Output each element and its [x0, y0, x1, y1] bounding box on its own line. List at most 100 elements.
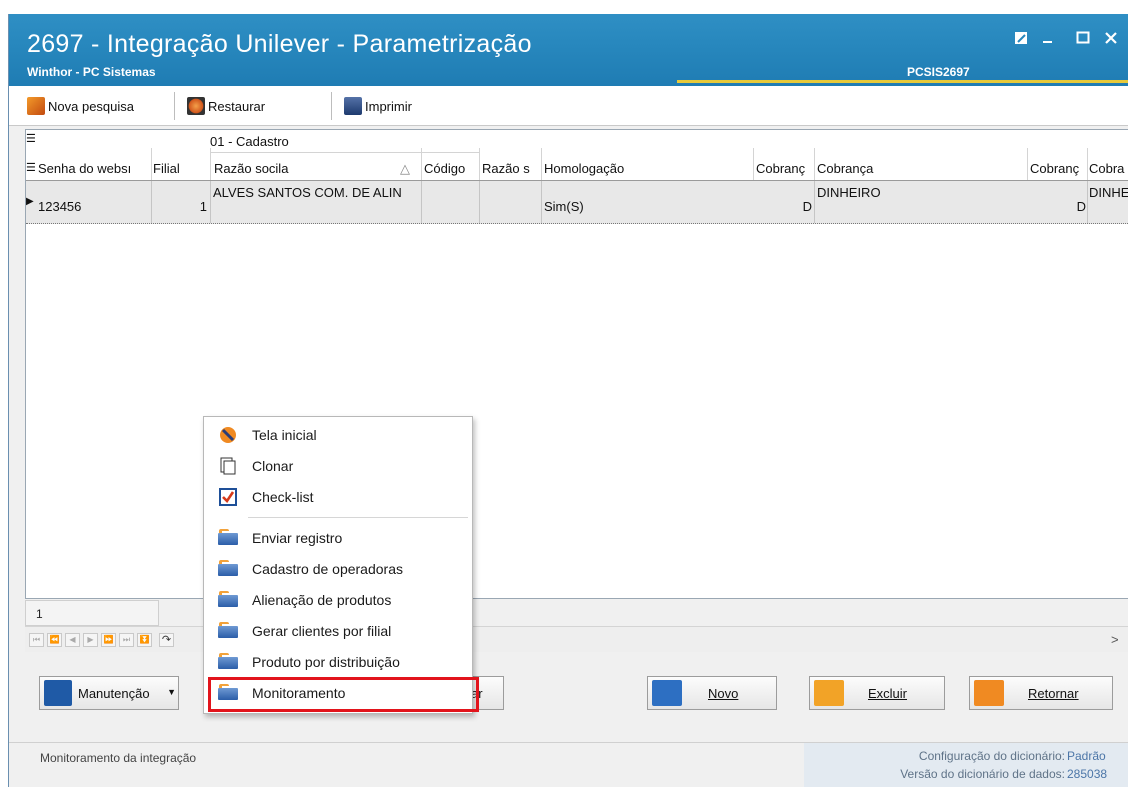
first-page-icon[interactable]: ⏮ — [29, 633, 44, 647]
cell-divider — [479, 181, 480, 223]
menu-item-label: Clonar — [252, 457, 294, 474]
excluir-label: Excluir — [868, 685, 908, 701]
menu-item-label: Check-list — [252, 488, 314, 505]
search-new-icon — [27, 97, 45, 115]
cell-divider — [151, 181, 152, 223]
menu-item-label: Produto por distribuição — [252, 653, 400, 670]
cell-cobranca-cod[interactable]: D — [756, 199, 812, 214]
menu-item-label: Gerar clientes por filial — [252, 622, 392, 639]
imprimir-button[interactable]: Imprimir — [344, 94, 412, 118]
menu-separator — [248, 517, 468, 518]
novo-label: Novo — [708, 685, 739, 701]
group-panel-icon[interactable]: ☰ — [26, 132, 38, 145]
toolbar-divider — [331, 92, 332, 120]
new-record-icon — [652, 680, 682, 706]
menu-item-check-list[interactable]: Check-list — [204, 481, 472, 512]
scroll-right-button[interactable]: > — [1111, 632, 1119, 647]
config-label: Configuração do dicionário: — [918, 749, 1065, 763]
retornar-button[interactable]: Retornar — [969, 676, 1113, 710]
data-grid[interactable]: ☰ 01 - Cadastro ☰ Senha do websı Filial … — [25, 129, 1128, 599]
column-header-cobranca-cod2[interactable]: Cobranç — [1030, 161, 1088, 176]
menu-item-cadastro-operadoras[interactable]: Cadastro de operadoras — [204, 553, 472, 584]
novo-button[interactable]: Novo — [647, 676, 777, 710]
column-header-razao-social[interactable]: Razão socila — [214, 161, 394, 176]
nova-pesquisa-button[interactable]: Nova pesquisa — [27, 94, 134, 118]
cell-cobranca2[interactable]: DINHE — [1089, 185, 1128, 200]
cell-divider — [814, 181, 815, 223]
version-value: 285038 — [1067, 767, 1108, 781]
cell-divider — [210, 181, 211, 223]
menu-item-label: Alienação de produtos — [252, 591, 392, 608]
prev-page-icon[interactable]: ⏪ — [47, 633, 62, 647]
append-icon[interactable]: ⏬ — [137, 633, 152, 647]
group-header: 01 - Cadastro — [210, 134, 289, 149]
menu-item-label: Tela inicial — [252, 426, 317, 443]
return-arrow-icon — [974, 680, 1004, 706]
cell-cobranca[interactable]: DINHEIRO — [817, 185, 881, 200]
retornar-label: Retornar — [1028, 685, 1079, 701]
cell-cobranca-cod2[interactable]: D — [1030, 199, 1086, 214]
cell-divider — [1087, 181, 1088, 223]
routine-code: PCSIS2697 — [907, 65, 970, 79]
folder-icon — [218, 559, 238, 578]
record-count-box: 1 — [25, 600, 159, 626]
menu-item-gerar-clientes[interactable]: Gerar clientes por filial — [204, 615, 472, 646]
sort-ascending-icon: △ — [400, 161, 410, 176]
toolbar-divider — [174, 92, 175, 120]
cell-senha[interactable]: 123456 — [38, 199, 81, 214]
refresh-icon[interactable]: ↷ — [159, 633, 174, 647]
checklist-icon — [219, 487, 237, 506]
restaurar-label: Restaurar — [208, 98, 266, 114]
window-subtitle: Winthor - PC Sistemas — [27, 65, 156, 79]
close-icon[interactable] — [1099, 27, 1123, 49]
menu-item-label: Cadastro de operadoras — [252, 560, 403, 577]
restore-icon[interactable] — [1009, 27, 1033, 49]
maintenance-icon — [44, 680, 72, 706]
excluir-button[interactable]: Excluir — [809, 676, 945, 710]
cell-divider — [421, 181, 422, 223]
cell-homologacao[interactable]: Sim(S) — [544, 199, 584, 214]
last-page-icon[interactable]: ⏭ — [119, 633, 134, 647]
highlight-box — [208, 677, 479, 712]
manutencao-button[interactable]: Manutenção ▼ — [39, 676, 179, 710]
column-header-cobranca-cod[interactable]: Cobranç — [756, 161, 816, 176]
dictionary-info: Configuração do dicionário: Padrão Versã… — [804, 743, 1128, 787]
chevron-down-icon[interactable]: ▼ — [167, 687, 176, 697]
column-header-cobranca[interactable]: Cobrança — [817, 161, 1027, 176]
clone-icon — [220, 457, 236, 474]
manutencao-label: Manutenção — [78, 685, 150, 701]
menu-item-alienacao-produtos[interactable]: Alienação de produtos — [204, 584, 472, 615]
column-header-senha[interactable]: Senha do websı — [38, 161, 151, 176]
imprimir-label: Imprimir — [365, 98, 412, 114]
column-chooser-icon[interactable]: ☰ — [26, 161, 38, 174]
menu-item-clonar[interactable]: Clonar — [204, 450, 472, 481]
restaurar-button[interactable]: Restaurar — [187, 94, 265, 118]
minimize-icon[interactable] — [1036, 27, 1060, 49]
column-header-homologacao[interactable]: Homologação — [544, 161, 754, 176]
group-header-underline — [210, 152, 480, 153]
column-header-cobranca2[interactable]: Cobra — [1089, 161, 1128, 176]
cell-filial[interactable]: 1 — [153, 199, 207, 214]
restore-refresh-icon — [187, 97, 205, 115]
maximize-icon[interactable] — [1071, 27, 1095, 49]
folder-icon — [218, 621, 238, 640]
table-row[interactable]: ▶ 123456 1 ALVES SANTOS COM. DE ALIN Sim… — [26, 180, 1128, 224]
column-header-filial[interactable]: Filial — [153, 161, 208, 176]
prev-record-icon[interactable]: ◀ — [65, 633, 80, 647]
status-bar: Monitoramento da integração Configuração… — [9, 742, 1128, 787]
trash-icon — [814, 680, 844, 706]
menu-item-produto-distribuicao[interactable]: Produto por distribuição — [204, 646, 472, 677]
folder-icon — [218, 590, 238, 609]
menu-item-enviar-registro[interactable]: Enviar registro — [204, 522, 472, 553]
cell-razao-social[interactable]: ALVES SANTOS COM. DE ALIN — [213, 185, 419, 200]
title-accent-line — [677, 80, 1128, 83]
column-header-codigo[interactable]: Código — [424, 161, 480, 176]
record-count: 1 — [36, 607, 43, 621]
menu-item-tela-inicial[interactable]: Tela inicial — [204, 419, 472, 450]
next-record-icon[interactable]: ▶ — [83, 633, 98, 647]
menu-item-label: Enviar registro — [252, 529, 343, 546]
next-page-icon[interactable]: ⏩ — [101, 633, 116, 647]
column-header-razao-s[interactable]: Razão s — [482, 161, 542, 176]
folder-icon — [218, 652, 238, 671]
cell-divider — [541, 181, 542, 223]
